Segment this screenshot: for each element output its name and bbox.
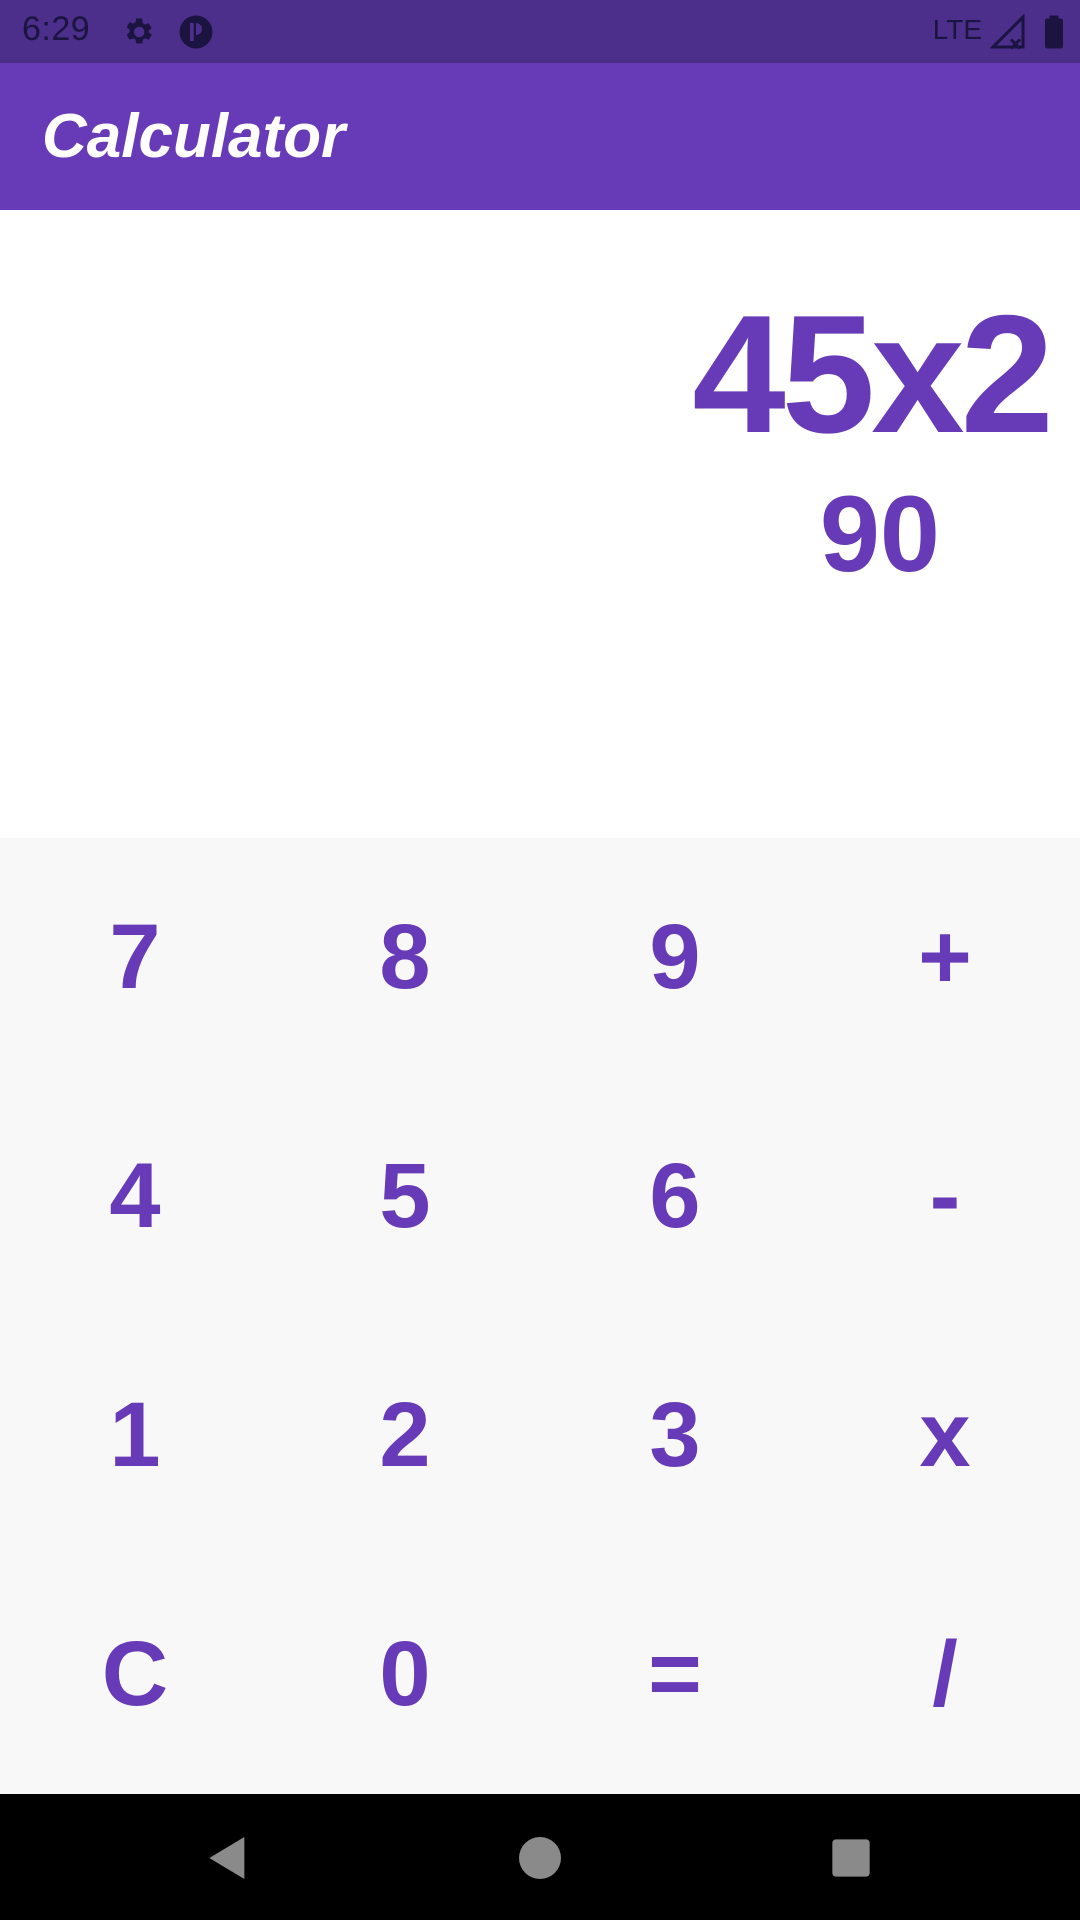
result-display: 90 (819, 473, 940, 594)
subtract-button[interactable]: - (810, 1077, 1080, 1316)
clear-button[interactable]: C (0, 1555, 270, 1794)
key-8-button[interactable]: 8 (270, 838, 540, 1077)
battery-icon (1036, 14, 1072, 50)
key-2-button[interactable]: 2 (270, 1316, 540, 1555)
app-bar: Calculator (0, 63, 1080, 210)
status-time: 6:29 (22, 10, 91, 48)
settings-gear-icon (120, 14, 156, 50)
key-7-button[interactable]: 7 (0, 838, 270, 1077)
key-1-button[interactable]: 1 (0, 1316, 270, 1555)
expression-display: 45x2 (692, 280, 1054, 468)
home-icon[interactable] (504, 1822, 576, 1894)
signal-icon (989, 13, 1026, 50)
divide-button[interactable]: / (810, 1555, 1080, 1794)
key-3-button[interactable]: 3 (540, 1316, 810, 1555)
data-saver-icon (178, 14, 214, 50)
key-5-button[interactable]: 5 (270, 1077, 540, 1316)
key-0-button[interactable]: 0 (270, 1555, 540, 1794)
recents-icon[interactable] (815, 1822, 887, 1894)
key-4-button[interactable]: 4 (0, 1077, 270, 1316)
add-button[interactable]: + (810, 838, 1080, 1077)
back-icon[interactable] (192, 1822, 264, 1894)
key-6-button[interactable]: 6 (540, 1077, 810, 1316)
network-type: LTE (932, 14, 982, 45)
navigation-bar (0, 1794, 1080, 1920)
status-bar: 6:29 LTE (0, 0, 1080, 63)
key-9-button[interactable]: 9 (540, 838, 810, 1077)
equals-button[interactable]: = (540, 1555, 810, 1794)
keypad: 7 8 9 + 4 5 6 - 1 2 3 x C 0 = / (0, 838, 1080, 1794)
multiply-button[interactable]: x (810, 1316, 1080, 1555)
app-title: Calculator (42, 102, 346, 171)
